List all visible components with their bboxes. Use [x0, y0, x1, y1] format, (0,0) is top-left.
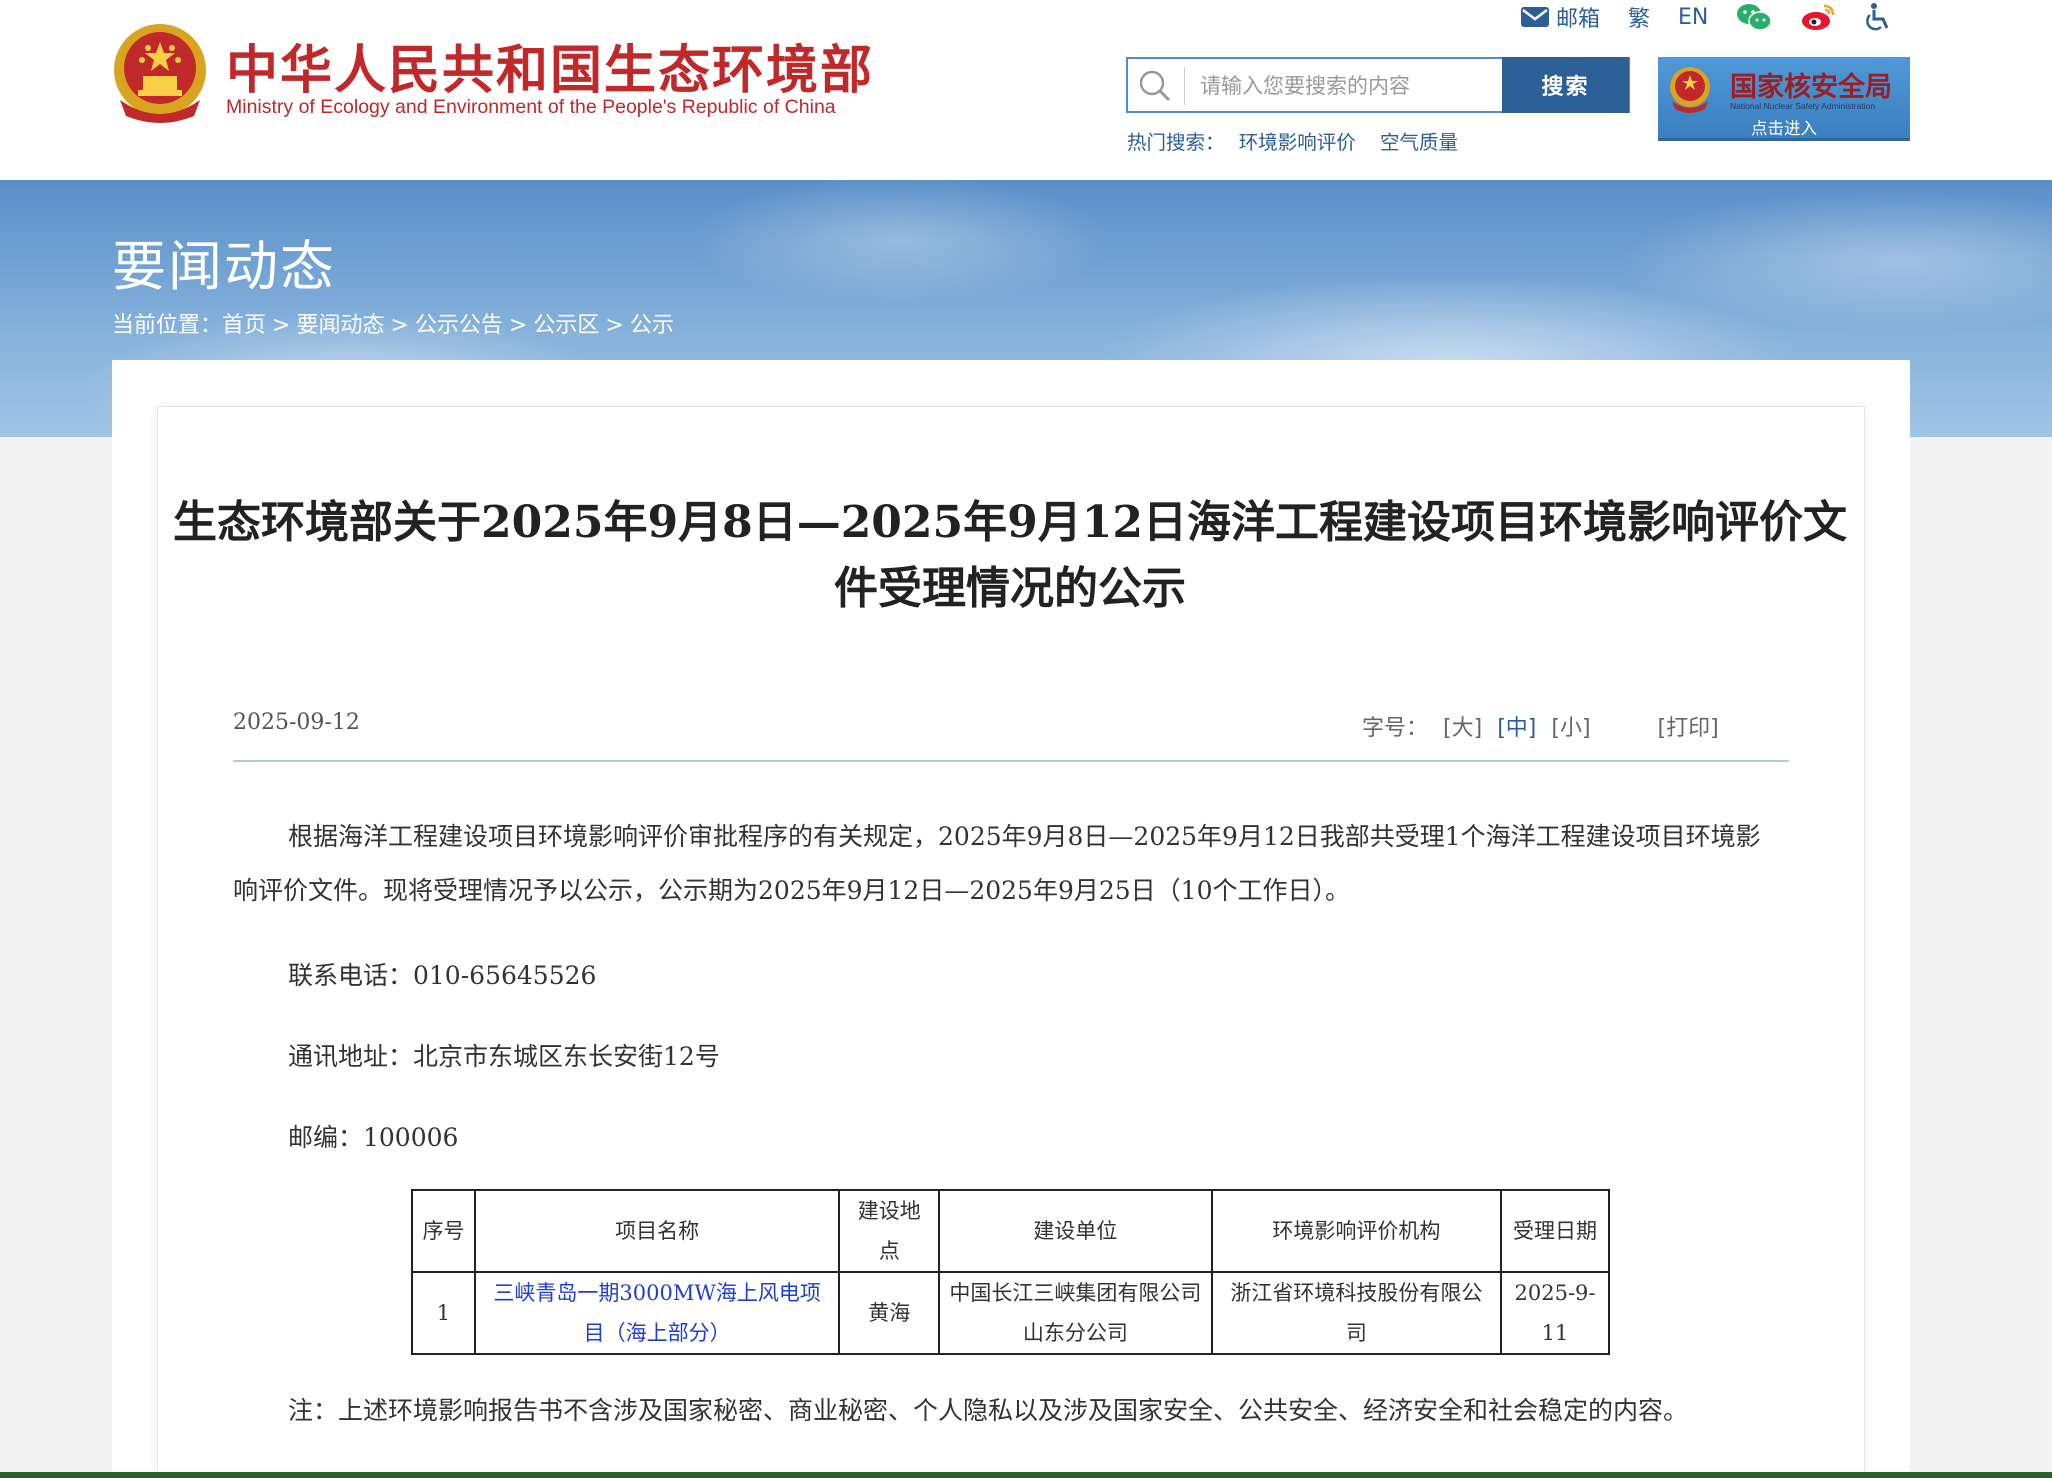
search-input[interactable] [1198, 65, 1502, 107]
article-date: 2025-09-12 [233, 710, 360, 735]
hot-search-item[interactable]: 环境影响评价 [1239, 131, 1356, 154]
nnsa-name-cn: 国家核安全局 [1730, 72, 1892, 103]
search-icon [1139, 70, 1171, 102]
breadcrumb-separator: > [272, 313, 291, 338]
breadcrumb-item[interactable]: 公示 [630, 313, 674, 338]
table-header-row: 序号 项目名称 建设地点 建设单位 环境影响评价机构 受理日期 [411, 1189, 1610, 1273]
search-divider [1184, 67, 1185, 105]
nnsa-emblem-icon [1670, 67, 1710, 113]
breadcrumb: 当前位置：首页 > 要闻动态 > 公示公告 > 公示区 > 公示 [112, 307, 674, 339]
national-emblem-icon[interactable] [110, 20, 210, 130]
print-button[interactable]: [打印] [1658, 716, 1719, 741]
table-cell: 中国长江三峡集团有限公司山东分公司 [938, 1271, 1213, 1355]
traditional-chinese-link[interactable]: 繁 [1628, 1, 1650, 33]
article-paragraph: 根据海洋工程建设项目环境影响评价审批程序的有关规定，2025年9月8日—2025… [233, 822, 1761, 905]
nnsa-name-en: National Nuclear Safety Administration [1730, 101, 1876, 111]
breadcrumb-item[interactable]: 公示公告 [415, 313, 503, 338]
weibo-link[interactable] [1800, 2, 1836, 32]
table-cell: 2025-9-11 [1500, 1271, 1610, 1355]
table-cell: 黄海 [838, 1271, 941, 1355]
table-cell: 浙江省环境科技股份有限公司 [1210, 1271, 1503, 1355]
table-cell: 1 [411, 1271, 476, 1355]
contact-postcode: 邮编：100006 [288, 1123, 459, 1152]
table-header-cell: 建设单位 [938, 1189, 1213, 1273]
nnsa-enter-label: 点击进入 [1751, 119, 1817, 138]
breadcrumb-separator: > [508, 313, 528, 338]
project-table: 序号 项目名称 建设地点 建设单位 环境影响评价机构 受理日期 1 三峡青岛一期… [411, 1189, 1610, 1355]
hot-search-label: 热门搜索： [1127, 131, 1225, 154]
search-button[interactable]: 搜索 [1502, 57, 1629, 113]
nnsa-banner-link[interactable]: 国家核安全局 National Nuclear Safety Administr… [1658, 57, 1910, 141]
article-note: 注：上述环境影响报告书不含涉及国家秘密、商业秘密、个人隐私以及涉及国家安全、公共… [288, 1396, 1689, 1425]
project-name-link[interactable]: 三峡青岛一期3000MW海上风电项目（海上部分） [493, 1281, 821, 1345]
mail-link[interactable]: 邮箱 [1520, 1, 1600, 33]
breadcrumb-separator: > [605, 313, 624, 338]
table-header-cell: 受理日期 [1500, 1189, 1610, 1273]
breadcrumb-label: 当前位置： [112, 313, 223, 338]
breadcrumb-separator: > [390, 313, 409, 338]
wechat-link[interactable] [1736, 2, 1773, 32]
contact-address: 通讯地址：北京市东城区东长安街12号 [288, 1042, 720, 1071]
site-header: 中华人民共和国生态环境部 Ministry of Ecology and Env… [0, 0, 2052, 180]
contact-phone: 联系电话：010-65645526 [288, 961, 597, 990]
hot-search-item[interactable]: 空气质量 [1380, 131, 1458, 154]
top-links: 邮箱 繁 EN [1520, 0, 1920, 34]
site-logo-cn[interactable]: 中华人民共和国生态环境部 [226, 28, 874, 103]
table-header-cell: 建设地点 [838, 1189, 941, 1273]
mail-icon [1521, 7, 1549, 27]
font-size-label: 字号： [1362, 716, 1429, 741]
font-size-small-button[interactable]: [小] [1551, 716, 1590, 741]
site-logo-en[interactable]: Ministry of Ecology and Environment of t… [226, 96, 836, 119]
font-size-medium-button[interactable]: [中] [1497, 716, 1536, 741]
hot-search: 热门搜索： 环境影响评价 空气质量 [1127, 126, 1476, 155]
wechat-icon [1737, 4, 1773, 31]
breadcrumb-item[interactable]: 公示区 [533, 313, 599, 338]
table-row: 1 三峡青岛一期3000MW海上风电项目（海上部分） 黄海 中国长江三峡集团有限… [411, 1271, 1610, 1355]
breadcrumb-item[interactable]: 要闻动态 [296, 313, 384, 338]
font-size-large-button[interactable]: [大] [1443, 716, 1482, 741]
accessibility-icon [1866, 3, 1889, 31]
mail-label: 邮箱 [1556, 7, 1601, 32]
title-divider [233, 760, 1789, 762]
bottom-bar [0, 1472, 2052, 1478]
table-header-cell: 序号 [411, 1189, 476, 1273]
table-header-cell: 环境影响评价机构 [1210, 1189, 1503, 1273]
article-title: 生态环境部关于2025年9月8日—2025年9月12日海洋工程建设项目环境影响评… [173, 497, 1847, 614]
breadcrumb-item[interactable]: 首页 [222, 313, 266, 338]
table-header-cell: 项目名称 [473, 1189, 841, 1273]
weibo-icon [1802, 4, 1835, 30]
font-size-controls: 字号： [大] [中] [小] [打印] [1362, 710, 1719, 742]
table-cell: 三峡青岛一期3000MW海上风电项目（海上部分） [473, 1271, 841, 1355]
english-link[interactable]: EN [1678, 5, 1708, 30]
section-title: 要闻动态 [112, 235, 336, 298]
accessibility-link[interactable] [1864, 2, 1892, 32]
